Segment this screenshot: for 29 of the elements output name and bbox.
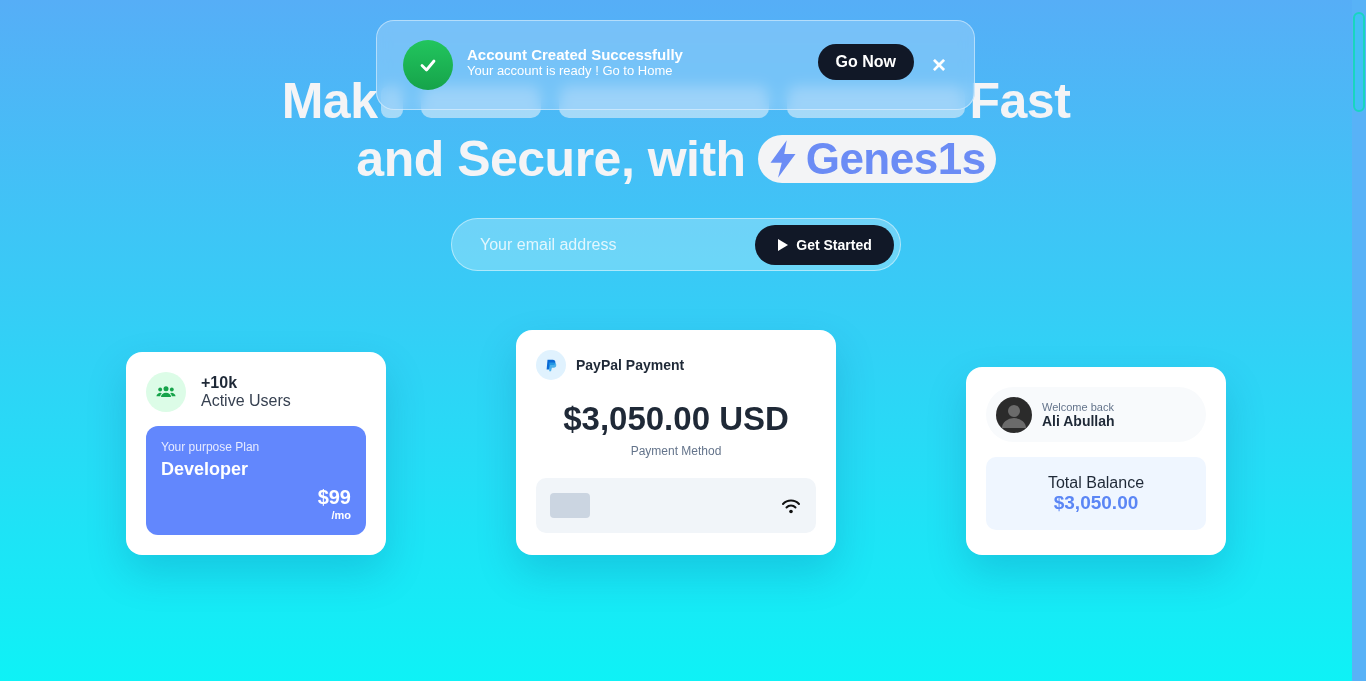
play-icon xyxy=(777,238,789,251)
scrollbar[interactable] xyxy=(1352,0,1366,681)
payment-caption: Payment Method xyxy=(630,444,722,458)
check-icon xyxy=(403,40,453,90)
headline: Mak xyxy=(281,72,378,130)
email-field[interactable]: Your email address Get Started xyxy=(451,218,901,271)
toast-message: Your account is ready ! Go to Home xyxy=(467,63,674,78)
users-icon xyxy=(146,372,186,412)
user-name: Ali Abullah xyxy=(1042,412,1115,429)
brand-badge: Genes1s xyxy=(757,135,996,183)
balance-amount: $3,050.00 xyxy=(1053,491,1139,514)
headline: Fast xyxy=(969,72,1071,130)
plan-name: Developer xyxy=(161,459,249,480)
go-now-button[interactable]: Go Now xyxy=(817,44,914,80)
balance-label: Total Balance xyxy=(1047,473,1145,492)
avatar-icon xyxy=(996,396,1032,433)
greeting: Welcome back xyxy=(1042,400,1115,413)
headline: and Secure, with xyxy=(356,130,746,188)
paypal-icon xyxy=(536,350,566,380)
user-label: Active Users xyxy=(201,392,291,410)
get-started-button[interactable]: Get Started xyxy=(755,224,894,265)
payment-amount: $3,050.00 USD xyxy=(563,400,789,438)
toast-title: Account Created Successfully xyxy=(467,46,684,63)
chip-icon xyxy=(550,493,590,518)
plan-caption: Your purpose Plan xyxy=(161,440,260,454)
user-count: +10k xyxy=(201,374,239,392)
payment-title: PayPal Payment xyxy=(576,357,685,373)
plan-price: $99 xyxy=(317,486,351,509)
plan-period: /mo xyxy=(331,509,351,521)
